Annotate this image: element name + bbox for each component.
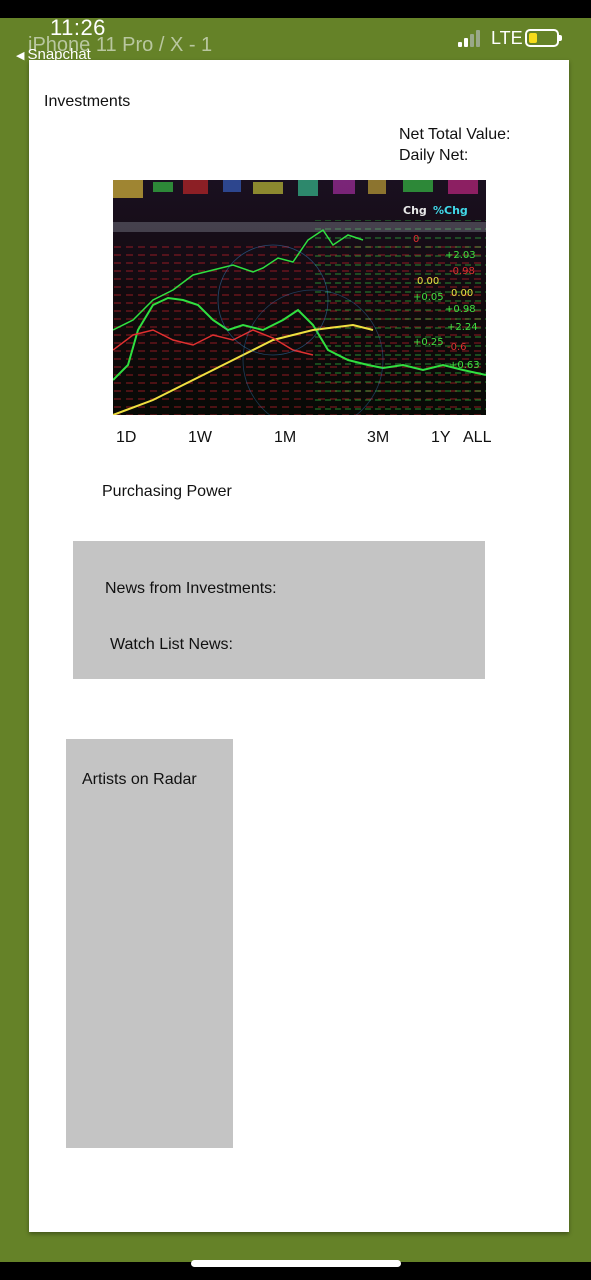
svg-text:+0.98: +0.98 — [445, 304, 476, 315]
investments-heading: Investments — [44, 93, 131, 110]
signal-strength-icon — [458, 29, 484, 47]
svg-text:Chg: Chg — [403, 204, 427, 217]
svg-text:+2.24: +2.24 — [447, 322, 478, 333]
svg-text:0.00: 0.00 — [417, 276, 439, 287]
range-1m-button[interactable]: 1M — [274, 429, 296, 447]
range-1d-button[interactable]: 1D — [116, 429, 136, 447]
daily-net-label: Daily Net: — [399, 147, 469, 164]
purchasing-power-label: Purchasing Power — [102, 483, 232, 500]
svg-text:0: 0 — [413, 234, 419, 245]
svg-text:-0.6: -0.6 — [447, 342, 467, 353]
app-screen: Investments Net Total Value: Daily Net: — [29, 60, 569, 1232]
svg-text:+0.25: +0.25 — [413, 337, 444, 348]
status-time: 11:26 — [50, 15, 106, 40]
back-arrow-icon: ◀ — [16, 50, 25, 62]
range-1y-button[interactable]: 1Y — [431, 429, 451, 447]
net-total-value-label: Net Total Value: — [399, 126, 511, 143]
news-from-investments-label: News from Investments: — [105, 580, 277, 597]
time-range-selector: 1D 1W 1M 3M 1Y ALL — [29, 429, 569, 451]
watch-list-news-label: Watch List News: — [110, 636, 233, 653]
artists-on-radar-panel[interactable]: Artists on Radar — [66, 739, 233, 1148]
range-1w-button[interactable]: 1W — [188, 429, 212, 447]
range-all-button[interactable]: ALL — [463, 429, 491, 447]
svg-text:+0.05: +0.05 — [413, 292, 444, 303]
network-type: LTE — [491, 28, 523, 48]
battery-fill — [529, 33, 537, 43]
battery-icon — [525, 29, 562, 47]
news-panel[interactable]: News from Investments: Watch List News: — [73, 541, 485, 679]
svg-text:-0.98: -0.98 — [449, 266, 475, 277]
svg-text:0.00: 0.00 — [451, 288, 473, 299]
svg-text:%Chg: %Chg — [433, 204, 468, 217]
investment-chart-image: Chg %Chg 0 +2.03 -0.98 0.00 0.00 +0.05 +… — [113, 180, 486, 415]
artists-on-radar-label: Artists on Radar — [82, 771, 197, 788]
svg-text:+2.03: +2.03 — [445, 250, 476, 261]
range-3m-button[interactable]: 3M — [367, 429, 389, 447]
home-indicator[interactable] — [191, 1260, 401, 1267]
